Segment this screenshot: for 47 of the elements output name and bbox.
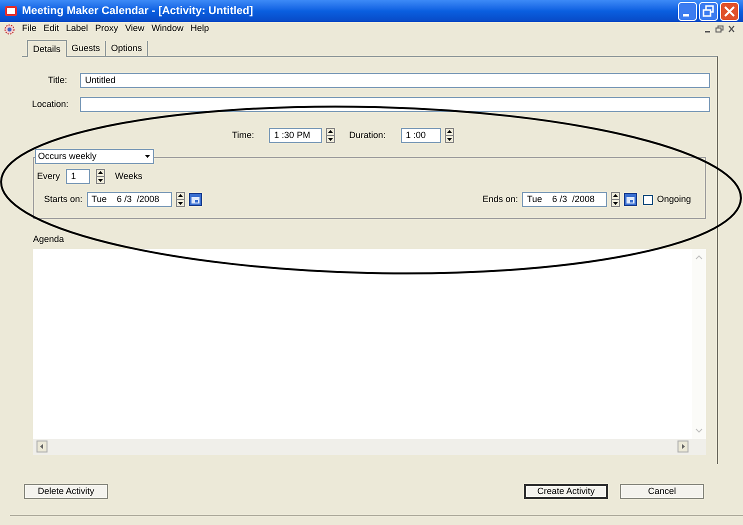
title-field[interactable]: Untitled <box>80 73 710 88</box>
field-label: Every <box>37 170 60 183</box>
field-label: Agenda <box>33 233 64 246</box>
checkbox-label: Ongoing <box>656 192 691 206</box>
menu-item[interactable]: Help <box>190 22 209 36</box>
menu-item[interactable]: Window <box>151 22 184 36</box>
ongoing-checkbox[interactable] <box>642 194 653 204</box>
document-icon[interactable] <box>4 24 15 34</box>
action-button[interactable]: Cancel <box>620 484 704 499</box>
spinner-icon[interactable] <box>96 169 106 184</box>
field-label: Location: <box>32 98 70 111</box>
window-title: Meeting Maker Calendar - [Activity: Untitled] <box>22 4 254 19</box>
tab[interactable]: Details <box>27 40 67 57</box>
restore-icon[interactable] <box>699 2 718 20</box>
close-icon[interactable] <box>720 2 739 20</box>
calendar-icon[interactable] <box>624 193 637 206</box>
field-label: Starts on: <box>44 192 83 206</box>
field-label: Title: <box>48 74 68 87</box>
location-field[interactable] <box>80 97 710 112</box>
field-label: Ends on: <box>482 192 518 206</box>
action-button[interactable]: Delete Activity <box>24 484 108 499</box>
minimize-icon[interactable] <box>678 2 697 20</box>
time-field[interactable]: 1 :30 PM <box>269 128 322 143</box>
spinner-icon[interactable] <box>610 192 620 207</box>
spinner-icon[interactable] <box>326 128 336 143</box>
vertical-scrollbar[interactable] <box>692 248 706 438</box>
recurrence-dropdown[interactable]: Occurs weekly <box>35 149 154 164</box>
app-icon <box>4 5 18 17</box>
child-window-controls-icon[interactable] <box>703 24 735 34</box>
action-button[interactable]: Create Activity <box>524 484 608 499</box>
end-date-field[interactable]: Tue 6 /3 /2008 <box>522 192 607 207</box>
start-date-field[interactable]: Tue 6 /3 /2008 <box>86 192 172 207</box>
menu-item[interactable]: File <box>22 22 37 36</box>
calendar-icon[interactable] <box>188 193 202 206</box>
field-label: Duration: <box>349 128 386 142</box>
horizontal-scrollbar[interactable] <box>33 438 706 454</box>
field-label: Weeks <box>115 170 142 183</box>
spinner-icon[interactable] <box>444 128 454 143</box>
duration-field[interactable]: 1 :00 <box>400 128 441 143</box>
field-label: Time: <box>232 128 254 142</box>
spinner-icon[interactable] <box>176 192 185 207</box>
menu-item[interactable]: Edit <box>44 22 60 36</box>
dropdown-value: Occurs weekly <box>38 150 98 163</box>
menu-item[interactable]: View <box>125 22 144 36</box>
menu-item[interactable]: Proxy <box>95 22 118 36</box>
menu-item[interactable]: Label <box>66 22 88 36</box>
interval-field[interactable]: 1 <box>66 169 90 184</box>
